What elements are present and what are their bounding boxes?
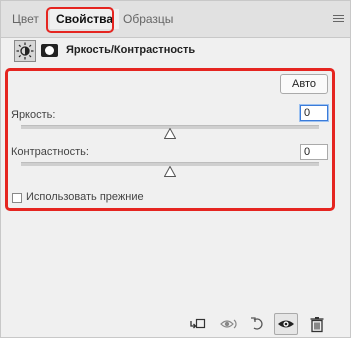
tab-highlight-outline <box>46 7 114 33</box>
properties-header: Яркость/Контрастность <box>1 38 350 64</box>
properties-panel: Цвет Свойства Образцы Яркость/Контрастно… <box>0 0 351 338</box>
use-legacy-label[interactable]: Использовать прежние <box>26 191 144 203</box>
tab-swatches[interactable]: Образцы <box>117 9 179 29</box>
clip-to-layer-icon[interactable] <box>189 315 207 333</box>
brightness-input[interactable]: 0 <box>300 105 328 121</box>
auto-button[interactable]: Авто <box>280 74 328 94</box>
panel-tabs: Цвет Свойства Образцы <box>1 1 350 38</box>
use-legacy-checkbox[interactable] <box>12 193 22 203</box>
adjustment-title: Яркость/Контрастность <box>66 44 196 56</box>
contrast-label: Контрастность: <box>11 146 89 158</box>
delete-icon[interactable] <box>308 315 326 333</box>
contrast-input[interactable]: 0 <box>300 144 328 160</box>
visibility-toggle-button[interactable] <box>274 313 298 335</box>
brightness-contrast-icon[interactable] <box>14 40 36 62</box>
brightness-label: Яркость: <box>11 109 56 121</box>
panel-menu-icon[interactable] <box>333 15 344 23</box>
view-previous-state-icon[interactable] <box>219 315 241 333</box>
brightness-slider-thumb[interactable] <box>163 127 177 139</box>
layer-mask-icon[interactable] <box>41 44 58 57</box>
contrast-slider-thumb[interactable] <box>163 165 177 177</box>
tab-color[interactable]: Цвет <box>6 9 45 29</box>
reset-icon[interactable] <box>249 315 267 333</box>
visibility-eye-icon <box>278 320 294 328</box>
